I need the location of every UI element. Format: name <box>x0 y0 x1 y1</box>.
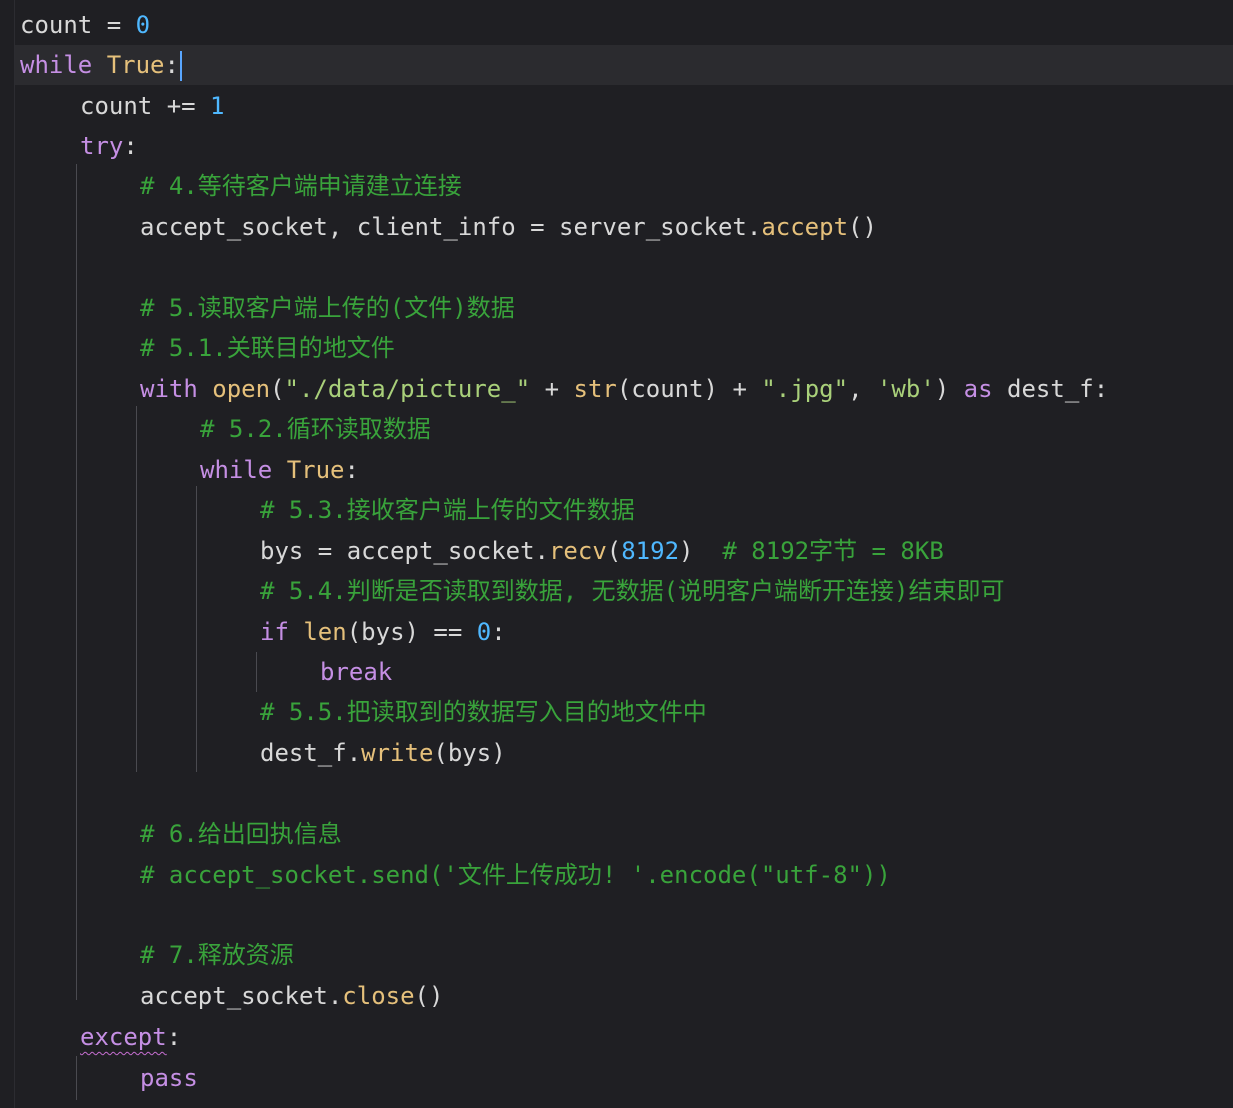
code-line[interactable]: # 5.5.把读取到的数据写入目的地文件中 <box>260 692 707 732</box>
code-editor[interactable]: count = 0 while True: count += 1 try: # 4.等待… <box>0 0 1233 1108</box>
code-token: len <box>303 618 347 646</box>
indent-guide <box>76 164 77 1000</box>
code-token: try <box>80 132 124 160</box>
code-token: : <box>491 618 506 646</box>
code-token: # 5.1.关联目的地文件 <box>140 334 395 362</box>
code-line[interactable]: count += 1 <box>80 86 225 126</box>
code-token: , <box>848 375 877 403</box>
code-token: dest_f. <box>260 739 362 767</box>
code-token: () <box>848 213 877 241</box>
code-line[interactable]: with open("./data/picture_" + str(count)… <box>140 369 1108 409</box>
code-token: True <box>106 51 165 79</box>
code-token: (bys) == <box>346 618 477 646</box>
code-token: True <box>286 456 345 484</box>
code-token: open <box>212 375 271 403</box>
code-line[interactable]: # 5.1.关联目的地文件 <box>140 328 395 368</box>
code-token: 8192 <box>621 537 680 565</box>
code-token: # 5.读取客户端上传的(文件)数据 <box>140 294 515 322</box>
code-token: # 5.4.判断是否读取到数据, 无数据(说明客户端断开连接)结束即可 <box>260 577 1005 605</box>
code-token: accept <box>761 213 849 241</box>
code-token: while <box>200 456 273 484</box>
gutter-border <box>14 0 15 1108</box>
code-token: ) <box>679 537 723 565</box>
code-token: : <box>166 1023 182 1051</box>
code-token: ".jpg" <box>761 375 849 403</box>
code-token: : <box>123 132 138 160</box>
code-token: # 5.3.接收客户端上传的文件数据 <box>260 496 635 524</box>
code-token: = <box>92 11 136 39</box>
code-token: # 6.给出回执信息 <box>140 820 342 848</box>
code-token: () <box>414 982 444 1010</box>
code-line[interactable]: # 7.释放资源 <box>140 935 294 975</box>
code-line[interactable]: accept_socket, client_info = server_sock… <box>140 207 877 247</box>
code-token: 1 <box>210 92 225 120</box>
code-line[interactable]: pass <box>140 1058 198 1098</box>
code-token: except <box>80 1023 167 1051</box>
code-line[interactable]: except: <box>80 1017 181 1057</box>
code-token: break <box>320 658 393 686</box>
code-token: pass <box>140 1064 198 1092</box>
code-token: + <box>530 375 574 403</box>
code-token: 'wb' <box>876 375 935 403</box>
code-token: ( <box>606 537 622 565</box>
code-token: 0 <box>135 11 151 39</box>
code-line[interactable]: count = 0 <box>20 5 150 45</box>
code-line[interactable]: # 5.2.循环读取数据 <box>200 409 431 449</box>
code-line[interactable]: dest_f.write(bys) <box>260 733 506 773</box>
code-token: += <box>152 92 211 120</box>
code-token: count <box>20 11 93 39</box>
code-token: : <box>164 51 179 79</box>
text-caret <box>179 51 182 81</box>
code-line[interactable]: while True: <box>200 450 359 490</box>
code-line[interactable]: # 5.4.判断是否读取到数据, 无数据(说明客户端断开连接)结束即可 <box>260 571 1005 611</box>
code-token: accept_socket, client_info = server_sock… <box>140 213 762 241</box>
code-token: : <box>344 456 359 484</box>
code-line[interactable]: break <box>320 652 392 692</box>
code-line[interactable]: accept_socket.close() <box>140 976 443 1016</box>
indent-guide <box>136 406 137 772</box>
code-token: bys = accept_socket. <box>260 537 549 565</box>
code-token: recv <box>548 537 607 565</box>
code-token: if <box>260 618 289 646</box>
code-token: "./data/picture_" <box>284 375 531 403</box>
code-token: # 5.2.循环读取数据 <box>200 415 431 443</box>
indent-guide <box>76 1056 77 1100</box>
code-token: 0 <box>476 618 492 646</box>
code-token: close <box>342 982 415 1010</box>
code-line[interactable]: # 5.3.接收客户端上传的文件数据 <box>260 490 635 530</box>
code-token: as <box>963 375 993 403</box>
code-token: dest_f: <box>992 375 1109 403</box>
code-token: with <box>140 375 198 403</box>
code-line[interactable]: while True: <box>15 45 1233 85</box>
code-line[interactable]: bys = accept_socket.recv(8192) # 8192字节 … <box>260 531 944 571</box>
code-token: ( <box>270 375 285 403</box>
code-token: while <box>20 51 93 79</box>
code-line[interactable]: # 5.读取客户端上传的(文件)数据 <box>140 288 515 328</box>
code-token: (count) + <box>616 375 762 403</box>
code-line[interactable]: # accept_socket.send('文件上传成功! '.encode("… <box>140 855 891 895</box>
code-token: count <box>80 92 153 120</box>
code-token: # 4.等待客户端申请建立连接 <box>140 172 462 200</box>
indent-guide <box>196 486 197 772</box>
code-token: # 8192字节 = 8KB <box>722 537 944 565</box>
code-token: str <box>573 375 617 403</box>
code-token: write <box>361 739 434 767</box>
code-token: # 5.5.把读取到的数据写入目的地文件中 <box>260 698 707 726</box>
code-token: # accept_socket.send('文件上传成功! '.encode("… <box>140 861 891 889</box>
code-line[interactable]: # 4.等待客户端申请建立连接 <box>140 166 462 206</box>
code-token: accept_socket. <box>140 982 343 1010</box>
indent-guide <box>256 652 257 692</box>
code-line[interactable]: if len(bys) == 0: <box>260 612 506 652</box>
code-token: # 7.释放资源 <box>140 941 294 969</box>
code-token: (bys) <box>433 739 506 767</box>
code-token: ) <box>934 375 964 403</box>
code-line[interactable]: try: <box>80 126 138 166</box>
code-line[interactable]: # 6.给出回执信息 <box>140 814 342 854</box>
